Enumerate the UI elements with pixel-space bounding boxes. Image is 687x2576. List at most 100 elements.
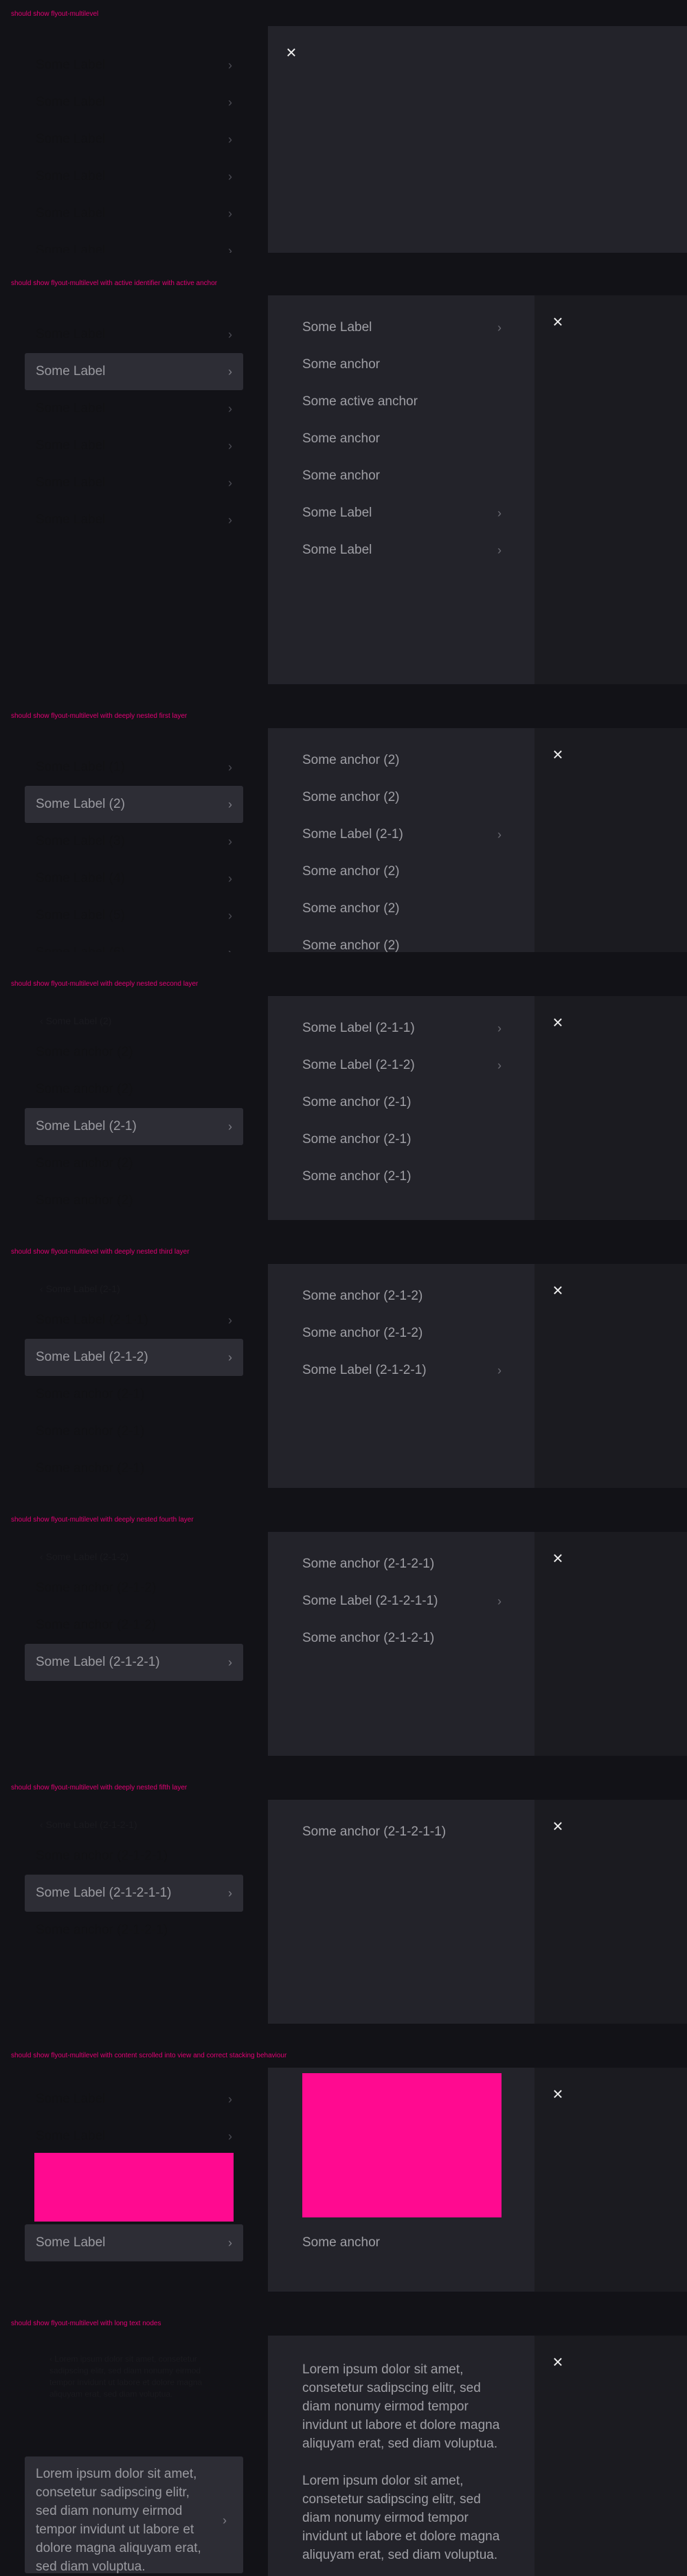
nav-item-active[interactable]: Some Label › bbox=[25, 2224, 243, 2261]
flyout-anchor[interactable]: Some anchor bbox=[302, 457, 502, 495]
flyout-anchor[interactable]: Lorem ipsum dolor sit amet, consetetur s… bbox=[302, 2472, 502, 2564]
close-icon[interactable]: × bbox=[550, 1817, 566, 1835]
nav-item[interactable]: Some Label (2-1-1) › bbox=[25, 1302, 243, 1339]
nav-item[interactable]: Some Label (6)› bbox=[25, 934, 243, 952]
nav-item[interactable]: Some Label › bbox=[25, 195, 243, 232]
nav-anchor[interactable]: Some anchor (2-1) bbox=[25, 1376, 243, 1413]
close-icon[interactable]: × bbox=[283, 43, 300, 61]
nav-item[interactable]: Some Label › bbox=[25, 2118, 243, 2155]
chevron-right-icon: › bbox=[228, 327, 232, 341]
chevron-right-icon: › bbox=[497, 320, 502, 335]
flyout-anchor[interactable]: Some anchor (2) bbox=[302, 742, 502, 779]
chevron-left-icon: ‹ bbox=[40, 1819, 46, 1830]
flyout-item[interactable]: Some Label (2-1-2) › bbox=[302, 1047, 502, 1084]
nav-anchor[interactable]: Some anchor (2-1) bbox=[25, 1450, 243, 1487]
nav-item[interactable]: Some Label (5) › bbox=[25, 897, 243, 934]
main-nav: Some Label › Some Label › Some Label › bbox=[0, 2068, 268, 2292]
back-button[interactable]: ‹ Some Label (2-1-2-1) bbox=[40, 1819, 137, 1830]
flyout-anchor[interactable]: Some anchor (2-1) bbox=[302, 1121, 502, 1158]
chevron-right-icon: › bbox=[228, 908, 232, 923]
chevron-right-icon: › bbox=[228, 401, 232, 416]
flyout-item[interactable]: Some Label (2-1) › bbox=[302, 816, 502, 853]
flyout-anchor[interactable]: Some anchor bbox=[302, 346, 502, 383]
nav-item[interactable]: Some Label › bbox=[25, 501, 243, 539]
nav-item[interactable]: Some Label (4) › bbox=[25, 860, 243, 897]
chevron-right-icon: › bbox=[228, 797, 232, 811]
nav-anchor[interactable]: Some anchor (2) bbox=[25, 1071, 243, 1108]
flyout-demo: ‹ Some Label (2) Some anchor (2) Some an… bbox=[0, 996, 687, 1220]
flyout-anchor[interactable]: Some anchor (2-1) bbox=[302, 1084, 502, 1121]
flyout-anchor[interactable]: Some anchor (2) bbox=[302, 853, 502, 890]
flyout-anchor[interactable]: Some anchor (2-1-2-1) bbox=[302, 1546, 502, 1583]
section-heading: should show flyout-multilevel with deepl… bbox=[11, 1516, 194, 1524]
nav-item-active[interactable]: Some Label (2-1-2-1-1) › bbox=[25, 1875, 243, 1912]
chevron-right-icon: › bbox=[228, 2092, 232, 2106]
flyout-anchor[interactable]: Some anchor (2) bbox=[302, 927, 502, 952]
flyout-item[interactable]: Some Label (2-1-1) › bbox=[302, 1010, 502, 1047]
nav-item-active[interactable]: Some Label (2-1-2) › bbox=[25, 1339, 243, 1376]
nav-item[interactable]: Some Label › bbox=[25, 390, 243, 427]
flyout-anchor-active[interactable]: Some active anchor bbox=[302, 383, 502, 420]
nav-anchor[interactable]: Some anchor (2) bbox=[25, 1034, 243, 1071]
flyout-anchor[interactable]: Some anchor (2-1-2-1-1) bbox=[302, 1814, 502, 1851]
flyout-demo: ‹ Some Label (2-1-2) Some anchor (2-1-2)… bbox=[0, 1532, 687, 1756]
section-heading: should show flyout-multilevel bbox=[11, 10, 99, 18]
close-icon[interactable]: × bbox=[550, 745, 566, 763]
flyout-level-1: Some anchor bbox=[268, 2068, 534, 2292]
nav-item[interactable]: Some Label (1) › bbox=[25, 749, 243, 786]
flyout-item[interactable]: Some Label › bbox=[302, 495, 502, 532]
chevron-left-icon: ‹ bbox=[40, 1283, 46, 1294]
nav-item-active[interactable]: Lorem ipsum dolor sit amet, consetetur s… bbox=[25, 2456, 243, 2573]
close-icon[interactable]: × bbox=[550, 313, 566, 330]
flyout-anchor[interactable]: Some anchor (2) bbox=[302, 779, 502, 816]
close-icon[interactable]: × bbox=[550, 1549, 566, 1567]
flyout-anchor[interactable]: Lorem ipsum dolor sit amet, consetetur s… bbox=[302, 2360, 502, 2453]
close-icon[interactable]: × bbox=[550, 2353, 566, 2371]
back-button[interactable]: ‹ Lorem ipsum dolor sit amet, consetetur… bbox=[49, 2353, 228, 2400]
flyout-anchor[interactable]: Some anchor (2-1-2) bbox=[302, 1278, 502, 1315]
nav-item[interactable]: Some Label › bbox=[25, 316, 243, 353]
flyout-item[interactable]: Some Label › bbox=[302, 532, 502, 569]
flyout-anchor[interactable]: Some anchor bbox=[302, 2224, 502, 2261]
nav-item[interactable]: Some Label › bbox=[25, 84, 243, 121]
nav-item[interactable]: Some Label › bbox=[25, 121, 243, 158]
flyout-item[interactable]: Some Label (2-1-2-1) › bbox=[302, 1352, 502, 1389]
nav-item[interactable]: Some Label › bbox=[25, 2081, 243, 2118]
nav-anchor[interactable]: Some anchor (2-1-2) bbox=[25, 1607, 243, 1644]
nav-anchor[interactable]: Some anchor (2) bbox=[25, 1182, 243, 1219]
flyout-panel: × bbox=[268, 26, 687, 253]
flyout-anchor[interactable]: Some anchor (2-1-2-1) bbox=[302, 1620, 502, 1657]
back-button[interactable]: ‹ Some Label (2) bbox=[40, 1015, 111, 1026]
nav-item[interactable]: Some Label › bbox=[25, 427, 243, 464]
nav-item[interactable]: Some Label › bbox=[25, 47, 243, 84]
flyout-anchor[interactable]: Some anchor bbox=[302, 420, 502, 457]
nav-item-active[interactable]: Some Label › bbox=[25, 353, 243, 390]
flyout-anchor[interactable]: Some anchor (2) bbox=[302, 890, 502, 927]
nav-anchor[interactable]: Some anchor (2-1-2-1) bbox=[25, 1838, 243, 1875]
section-heading: should show flyout-multilevel with conte… bbox=[11, 2052, 287, 2059]
nav-item[interactable]: Some Label › bbox=[25, 158, 243, 195]
flyout-item[interactable]: Some Label (2-1-2-1-1) › bbox=[302, 1583, 502, 1620]
main-nav: ‹ Some Label (2-1-2-1) Some anchor (2-1-… bbox=[0, 1800, 268, 2024]
nav-item-active[interactable]: Some Label (2) › bbox=[25, 786, 243, 823]
back-button[interactable]: ‹ Some Label (2-1) bbox=[40, 1283, 120, 1294]
flyout-anchor[interactable]: Some anchor (2-1) bbox=[302, 1158, 502, 1195]
nav-item[interactable]: Some Label › bbox=[25, 232, 243, 253]
nav-item[interactable]: Some Label (3) › bbox=[25, 823, 243, 860]
nav-anchor[interactable]: Some anchor (2-1) bbox=[25, 1413, 243, 1450]
close-icon[interactable]: × bbox=[550, 2085, 566, 2103]
nav-anchor[interactable]: Some anchor (2-1-2-1) bbox=[25, 1912, 243, 1949]
flyout-demo: ‹ Some Label (2-1) Some Label (2-1-1) › S… bbox=[0, 1264, 687, 1488]
nav-item[interactable]: Some Label › bbox=[25, 464, 243, 501]
flyout-anchor[interactable]: Some anchor (2-1-2) bbox=[302, 1315, 502, 1352]
nav-anchor[interactable]: Some anchor (2-1-2) bbox=[25, 1570, 243, 1607]
nav-anchor[interactable]: Some anchor (2) bbox=[25, 1145, 243, 1182]
back-button[interactable]: ‹ Some Label (2-1-2) bbox=[40, 1551, 128, 1562]
nav-item-active[interactable]: Some Label (2-1) › bbox=[25, 1108, 243, 1145]
main-nav: Some Label (1) › Some Label (2) › Some Lab… bbox=[0, 728, 268, 952]
nav-item-active[interactable]: Some Label (2-1-2-1) › bbox=[25, 1644, 243, 1681]
flyout-item[interactable]: Some Label › bbox=[302, 309, 502, 346]
close-icon[interactable]: × bbox=[550, 1281, 566, 1299]
chevron-right-icon: › bbox=[228, 438, 232, 453]
close-icon[interactable]: × bbox=[550, 1013, 566, 1031]
